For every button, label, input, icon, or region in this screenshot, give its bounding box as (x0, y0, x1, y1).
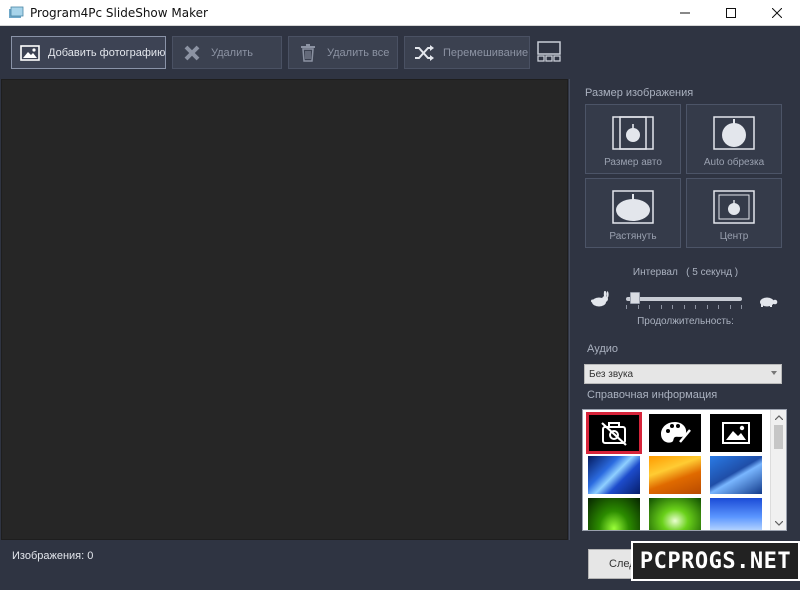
gallery-item-palette[interactable] (649, 414, 701, 452)
app-icon (8, 6, 24, 20)
close-button[interactable] (754, 0, 800, 26)
add-photo-button[interactable]: Добавить фотографию (11, 36, 166, 69)
interval-title: Интервал (632, 267, 678, 278)
reference-label: Справочная информация (587, 389, 718, 401)
audio-select[interactable]: Без звука (584, 364, 782, 384)
audio-label: Аудио (587, 343, 619, 355)
slide-preview-area[interactable] (1, 79, 568, 540)
interval-label: Интервал ( 5 секунд ) (570, 267, 800, 278)
watermark-logo: PCPROGS.NET (631, 541, 800, 581)
no-image-icon (601, 422, 627, 446)
gallery-item-no-image[interactable] (586, 412, 642, 454)
fit-auto-icon (611, 115, 655, 151)
picture-icon (722, 422, 750, 444)
scroll-down-icon[interactable] (771, 516, 786, 530)
size-auto-button[interactable]: Размер авто (585, 104, 681, 174)
auto-crop-icon (712, 115, 756, 151)
turtle-icon (758, 293, 778, 309)
gallery-item-green-light[interactable] (649, 498, 701, 530)
center-button[interactable]: Центр (686, 178, 782, 248)
image-icon (20, 43, 40, 63)
scrollbar-thumb[interactable] (774, 425, 783, 449)
layout-toggle-icon[interactable] (537, 41, 561, 63)
minimize-button[interactable] (662, 0, 708, 26)
settings-panel: Размер изображения Размер авто Auto обре… (569, 79, 800, 540)
images-count: Изображения: 0 (12, 550, 94, 562)
stretch-icon (611, 189, 655, 225)
background-gallery (582, 409, 787, 531)
slider-ticks (626, 305, 742, 309)
maximize-button[interactable] (708, 0, 754, 26)
toolbar: Добавить фотографию Удалить Удалить все … (0, 27, 800, 77)
delete-all-button[interactable]: Удалить все (288, 36, 398, 69)
gallery-item-blue-waves[interactable] (588, 456, 640, 494)
rabbit-icon (590, 290, 610, 307)
delete-all-label: Удалить все (327, 46, 390, 59)
shuffle-icon (413, 43, 435, 63)
interval-value: ( 5 секунд ) (686, 267, 739, 278)
chevron-down-icon (771, 371, 777, 375)
delete-button[interactable]: Удалить (172, 36, 282, 69)
duration-label: Продолжительность: (637, 316, 734, 327)
center-label: Центр (719, 231, 749, 242)
window-title: Program4Pc SlideShow Maker (30, 5, 208, 20)
center-icon (712, 189, 756, 225)
image-size-label: Размер изображения (585, 87, 694, 99)
shuffle-label: Перемешивание (443, 46, 529, 59)
gallery-item-orange-waves[interactable] (649, 456, 701, 494)
palette-icon (661, 422, 691, 443)
audio-selected-value: Без звука (589, 368, 634, 380)
duration-slider-thumb[interactable] (630, 292, 641, 304)
scroll-up-icon[interactable] (771, 410, 786, 424)
title-bar: Program4Pc SlideShow Maker (0, 0, 800, 26)
duration-slider-track[interactable] (626, 297, 742, 301)
trash-icon (297, 43, 319, 63)
gallery-item-picture[interactable] (710, 414, 762, 452)
stretch-button[interactable]: Растянуть (585, 178, 681, 248)
auto-crop-button[interactable]: Auto обрезка (686, 104, 782, 174)
gallery-item-green-burst[interactable] (588, 498, 640, 530)
gallery-item-sky-blue[interactable] (710, 498, 762, 530)
auto-crop-label: Auto обрезка (703, 157, 765, 168)
gallery-scrollbar[interactable] (770, 410, 786, 530)
add-photo-label: Добавить фотографию (48, 46, 166, 59)
delete-x-icon (181, 43, 203, 63)
shuffle-button[interactable]: Перемешивание (404, 36, 530, 69)
gallery-item-blue-gradient[interactable] (710, 456, 762, 494)
delete-label: Удалить (211, 46, 253, 59)
size-auto-label: Размер авто (604, 157, 662, 168)
stretch-label: Растянуть (609, 231, 657, 242)
